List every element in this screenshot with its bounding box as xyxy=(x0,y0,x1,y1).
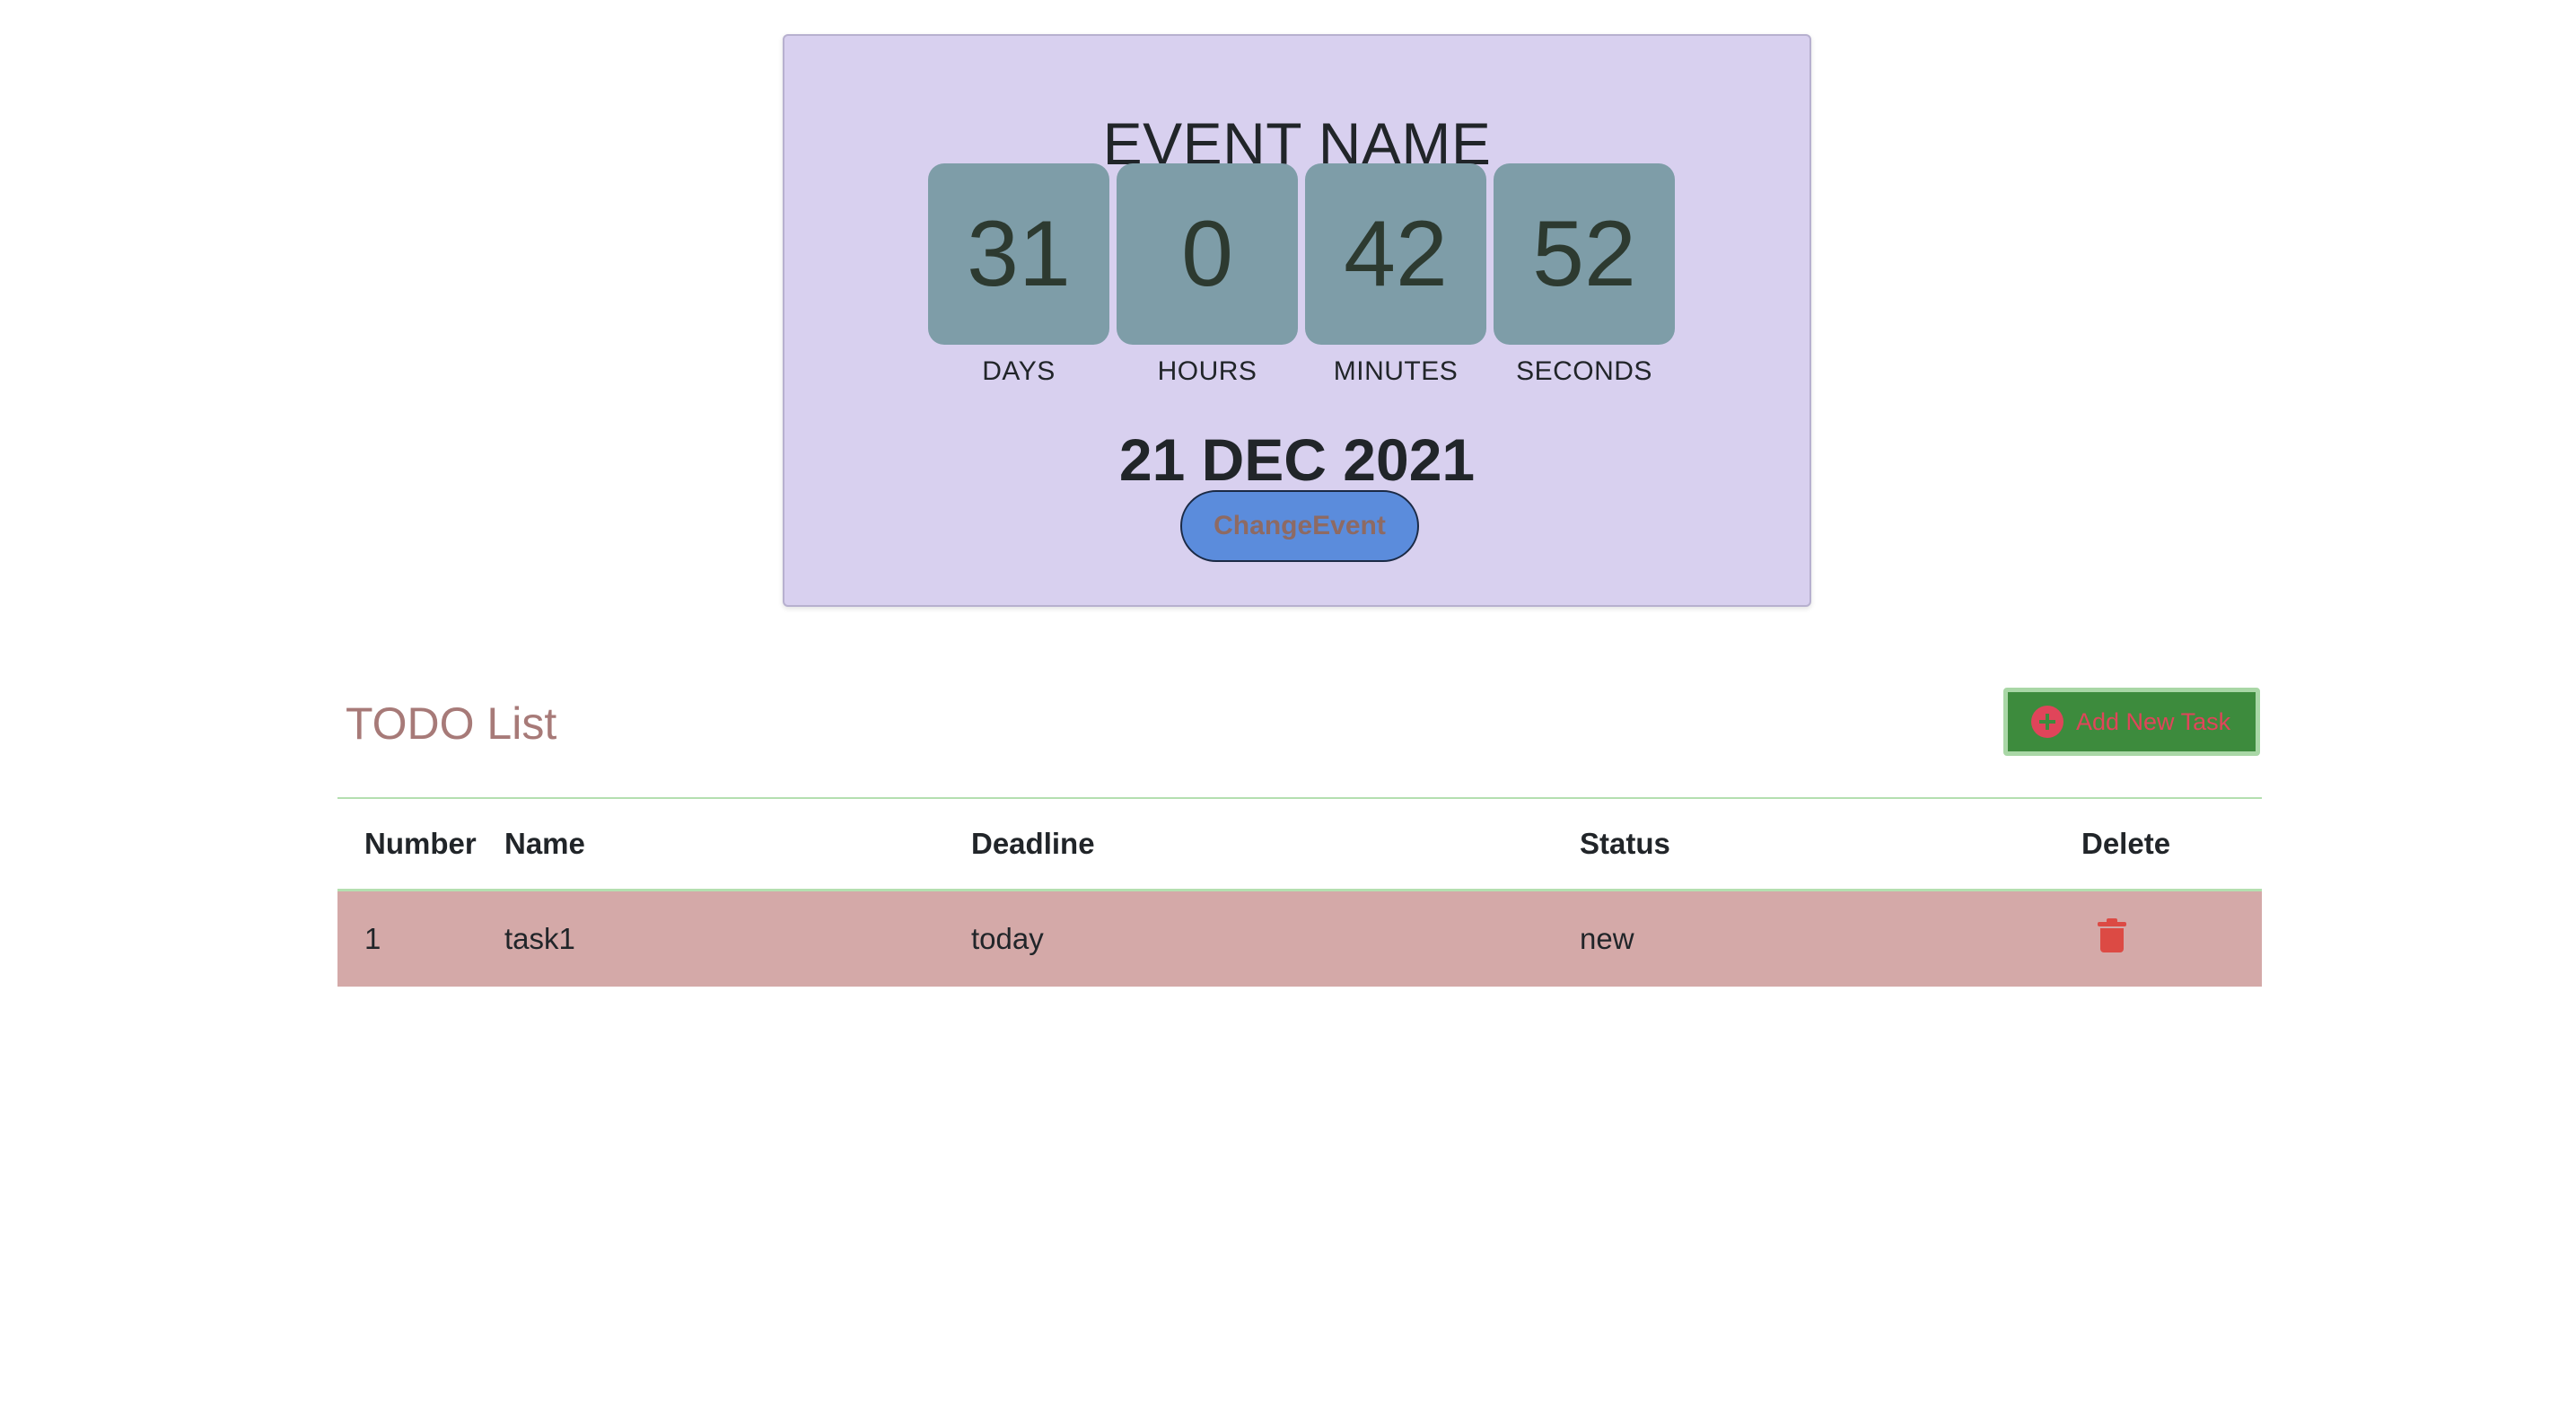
countdown-minutes-value: 42 xyxy=(1305,163,1486,345)
task-deadline: today xyxy=(971,890,1580,987)
countdown-days-value: 31 xyxy=(928,163,1109,345)
column-header-deadline: Deadline xyxy=(971,798,1580,891)
column-header-status: Status xyxy=(1580,798,2081,891)
countdown-seconds: 52 SECONDS xyxy=(1494,163,1675,388)
add-new-task-button[interactable]: Add New Task xyxy=(2003,688,2260,756)
countdown-days: 31 DAYS xyxy=(928,163,1109,388)
change-event-button[interactable]: ChangeEvent xyxy=(1180,490,1419,562)
todo-table: Number Name Deadline Status Delete 1 tas… xyxy=(337,797,2262,987)
countdown-minutes-label: MINUTES xyxy=(1333,356,1459,386)
countdown-row: 31 DAYS 0 HOURS 42 MINUTES 52 SECONDS xyxy=(928,163,1675,433)
task-status: new xyxy=(1580,890,2081,987)
countdown-minutes: 42 MINUTES xyxy=(1305,163,1486,388)
add-new-task-label: Add New Task xyxy=(2076,707,2231,735)
countdown-days-label: DAYS xyxy=(982,356,1056,386)
task-name: task1 xyxy=(504,890,971,987)
trash-icon[interactable] xyxy=(2098,918,2126,952)
countdown-hours-value: 0 xyxy=(1117,163,1298,345)
column-header-delete: Delete xyxy=(2081,798,2262,891)
todo-list-title: TODO List xyxy=(346,698,557,749)
column-header-name: Name xyxy=(504,798,971,891)
task-delete-cell xyxy=(2081,890,2262,987)
plus-circle-icon xyxy=(2031,706,2063,738)
countdown-hours: 0 HOURS xyxy=(1117,163,1298,388)
countdown-seconds-value: 52 xyxy=(1494,163,1675,345)
countdown-hours-label: HOURS xyxy=(1157,356,1257,386)
table-header-row: Number Name Deadline Status Delete xyxy=(337,798,2262,891)
countdown-seconds-label: SECONDS xyxy=(1516,356,1652,386)
event-date: 21 DEC 2021 xyxy=(1118,426,1476,493)
task-number: 1 xyxy=(337,890,504,987)
column-header-number: Number xyxy=(337,798,504,891)
table-row: 1 task1 today new xyxy=(337,890,2262,987)
event-countdown-card: EVENT NAME 31 DAYS 0 HOURS 42 MINUTES 52… xyxy=(783,34,1811,607)
